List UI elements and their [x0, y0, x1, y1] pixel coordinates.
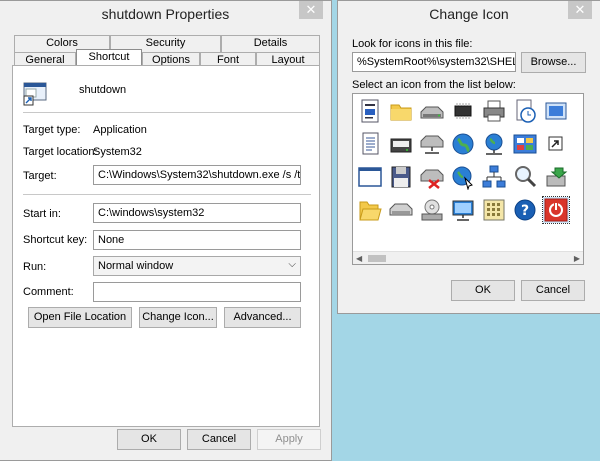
target-location-value: System32: [93, 146, 142, 158]
monitor-icon[interactable]: [388, 131, 414, 157]
network-globe-icon[interactable]: [481, 131, 507, 157]
cd-drive-icon[interactable]: [419, 197, 445, 223]
shortcut-key-field[interactable]: None: [93, 230, 301, 250]
globe-icon[interactable]: [450, 131, 476, 157]
properties-window: shutdown Properties ✕ Colors Security De…: [0, 0, 332, 461]
arrow-green-icon[interactable]: [543, 164, 569, 190]
clock-icon[interactable]: [512, 98, 538, 124]
target-location-label: Target location:: [23, 146, 98, 158]
help-icon[interactable]: ?: [512, 197, 538, 223]
horizontal-scrollbar[interactable]: ◀ ▶: [353, 251, 583, 264]
scroll-thumb[interactable]: [368, 255, 386, 262]
scroll-left-icon[interactable]: ◀: [356, 252, 362, 264]
magnifier-icon[interactable]: [512, 164, 538, 190]
drive-icon[interactable]: [419, 98, 445, 124]
shortcut-panel: shutdown Target type: Application Target…: [12, 65, 320, 427]
ok-button[interactable]: OK: [117, 429, 181, 450]
run-label: Run:: [23, 261, 47, 273]
divider: [23, 112, 311, 113]
close-button[interactable]: ✕: [299, 1, 323, 19]
start-in-field[interactable]: C:\windows\system32: [93, 203, 301, 223]
disconnected-drive-icon[interactable]: [419, 164, 445, 190]
comment-label: Comment:: [23, 286, 74, 298]
window-blank-icon[interactable]: [357, 164, 383, 190]
run-select[interactable]: Normal window ⌵: [93, 256, 301, 276]
shortcut-name: shutdown: [79, 84, 127, 96]
cancel-button[interactable]: Cancel: [187, 429, 251, 450]
browse-button[interactable]: Browse...: [521, 52, 586, 73]
removable-drive-icon[interactable]: [388, 197, 414, 223]
change-icon-button[interactable]: Change Icon...: [139, 307, 217, 328]
target-field[interactable]: C:\Windows\System32\shutdown.exe /s /t 0: [93, 165, 301, 185]
icon-file-field[interactable]: %SystemRoot%\system32\SHELL32.dll: [352, 52, 516, 72]
document-icon[interactable]: [357, 98, 383, 124]
floppy-icon[interactable]: [388, 164, 414, 190]
open-file-location-button[interactable]: Open File Location: [28, 307, 132, 328]
shortcut-icon: [23, 80, 49, 106]
text-document-icon[interactable]: [357, 131, 383, 157]
properties-titlebar: shutdown Properties ✕: [0, 1, 331, 29]
run-select-value: Normal window: [98, 260, 174, 272]
look-for-label: Look for icons in this file:: [352, 38, 473, 50]
advanced-button[interactable]: Advanced...: [224, 307, 301, 328]
change-icon-titlebar: Change Icon ✕: [338, 1, 600, 29]
shortcut-overlay-icon[interactable]: [543, 131, 569, 157]
folder-open-icon[interactable]: [357, 197, 383, 223]
cancel-button[interactable]: Cancel: [521, 280, 585, 301]
target-label: Target:: [23, 170, 57, 182]
svg-text:?: ?: [521, 203, 529, 219]
computer-icon[interactable]: [450, 197, 476, 223]
window-title: shutdown Properties: [101, 6, 230, 22]
control-panel-icon[interactable]: [512, 131, 538, 157]
close-button[interactable]: ✕: [568, 1, 592, 19]
grid-icon[interactable]: [481, 197, 507, 223]
scroll-right-icon[interactable]: ▶: [574, 252, 580, 264]
change-icon-window: Change Icon ✕ Look for icons in this fil…: [337, 0, 600, 314]
select-icon-label: Select an icon from the list below:: [352, 79, 516, 91]
target-type-label: Target type:: [23, 124, 81, 136]
folder-icon[interactable]: [388, 98, 414, 124]
comment-field[interactable]: [93, 282, 301, 302]
start-in-label: Start in:: [23, 208, 61, 220]
chevron-down-icon: ⌵: [288, 259, 296, 270]
globe-cursor-icon[interactable]: [450, 164, 476, 190]
target-type-value: Application: [93, 124, 147, 136]
window-title: Change Icon: [429, 6, 509, 22]
window-icon[interactable]: [543, 98, 569, 124]
chip-icon[interactable]: [450, 98, 476, 124]
shortcut-key-label: Shortcut key:: [23, 234, 88, 246]
network-drive-icon[interactable]: [419, 131, 445, 157]
icon-list[interactable]: ? ◀ ▶: [352, 93, 584, 265]
divider: [23, 194, 311, 195]
printer-icon[interactable]: [481, 98, 507, 124]
ok-button[interactable]: OK: [451, 280, 515, 301]
network-icon[interactable]: [481, 164, 507, 190]
power-icon[interactable]: [542, 196, 570, 224]
apply-button[interactable]: Apply: [257, 429, 321, 450]
